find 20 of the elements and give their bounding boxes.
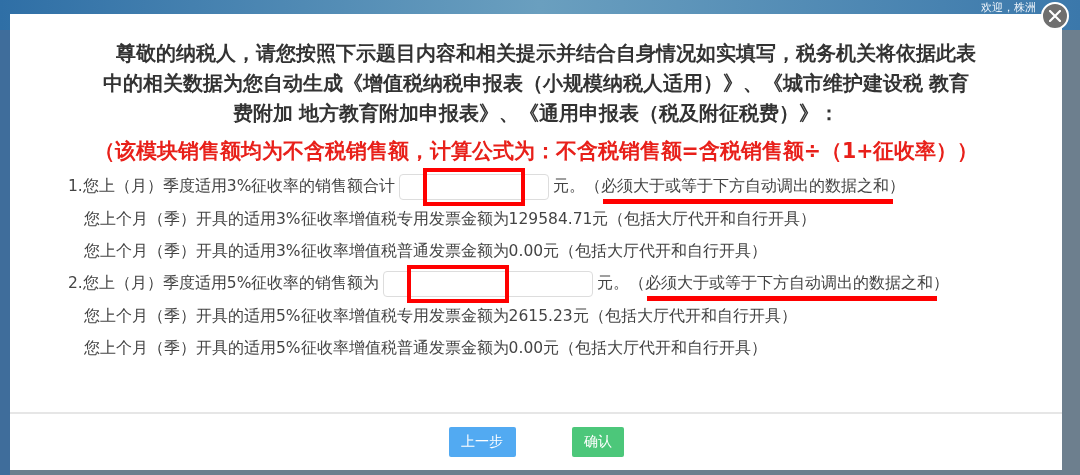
invoice-amount-text: 您上个月（季）开具的适用3%征收率增值税普通发票金额为0.00元（包括大厅代开和自行开具） (84, 240, 768, 262)
amount-input[interactable] (399, 173, 550, 200)
back-button[interactable]: 上一步 (448, 427, 516, 457)
close-icon (1049, 10, 1061, 22)
unit-text: 元。（ (597, 273, 646, 294)
hint-text: 必须大于或等于下方自动调出的数据之和 (601, 176, 890, 197)
unit-text: 元。（ (553, 176, 602, 197)
question-label: 1.您上（月）季度适用3%征收率的销售额合计 (68, 176, 396, 197)
question-label: 2.您上（月）季度适用5%征收率的销售额为 (68, 273, 380, 294)
hint-end-text: ） (889, 176, 906, 197)
intro-text: 尊敬的纳税人，请您按照下示题目内容和相关提示并结合自身情况如实填写，税务机关将依据此表中的相关数据为您自动生成《增值税纳税申报表（小规模纳税人适用）》、《城市维护建设税 教育费附加 地方教育附加申报表》、《通用申报表（税及附征税费）》： (101, 40, 977, 127)
confirm-button[interactable]: 确认 (571, 427, 624, 457)
hint-text: 必须大于或等于下方自动调出的数据之和 (645, 273, 934, 294)
amount-input[interactable] (383, 270, 594, 297)
invoice-amount-text: 您上个月（季）开具的适用5%征收率增值税普通发票金额为0.00元（包括大厅代开和自行开具） (84, 337, 768, 359)
invoice-amount-text: 您上个月（季）开具的适用3%征收率增值税专用发票金额为129584.71元（包括大厅代开和自行开具） (84, 208, 817, 230)
welcome-text: 欢迎，株洲 (981, 0, 1036, 15)
hint-end-text: ） (933, 273, 950, 294)
formula-note: （该模块销售额均为不含税销售额，计算公式为：不含税销售额=含税销售额÷（1+征收率）） (92, 138, 980, 165)
invoice-amount-text: 您上个月（季）开具的适用5%征收率增值税专用发票金额为2615.23元（包括大厅代开和自行开具） (84, 305, 797, 327)
